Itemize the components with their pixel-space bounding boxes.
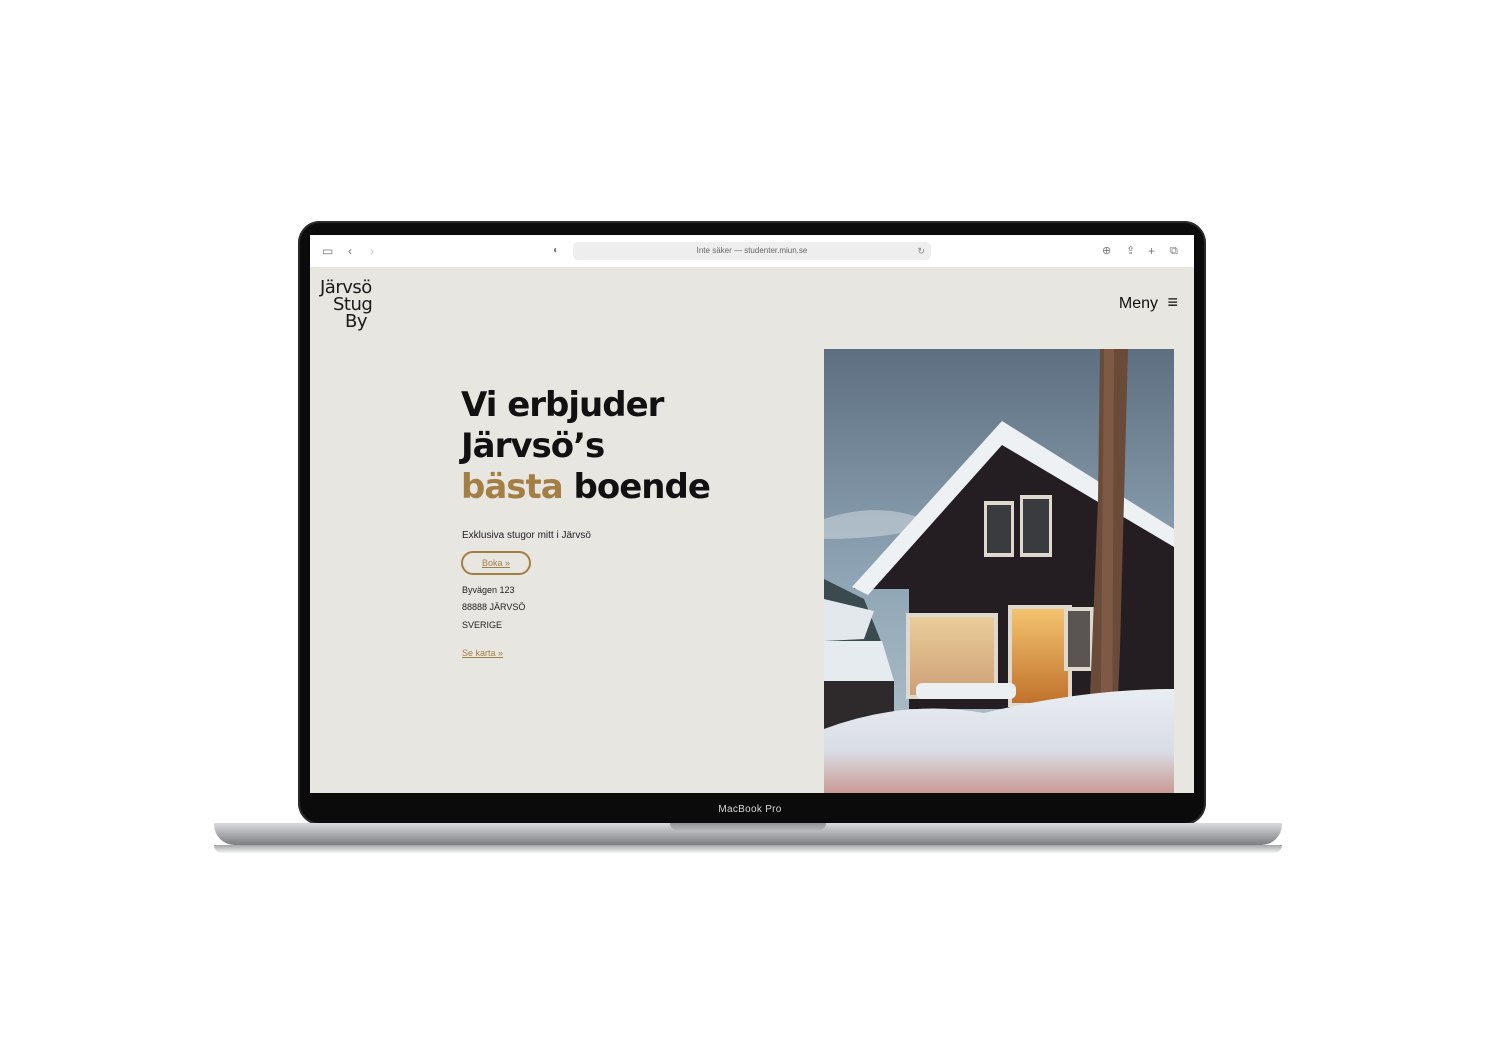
tabs-icon[interactable]: ⧉ <box>1170 243 1178 259</box>
new-tab-icon[interactable]: + <box>1148 243 1155 259</box>
hero-accent-word: bästa <box>461 467 564 507</box>
hero-heading: Vi erbjuder Järvsö’s bästa boende <box>461 385 791 508</box>
hero-heading-line-1: Vi erbjuder <box>461 385 664 425</box>
laptop-notch <box>670 823 826 831</box>
download-icon[interactable]: ⊕ <box>1102 243 1111 259</box>
address-bar[interactable]: Inte säker — studenter.miun.se ↻ <box>573 242 931 260</box>
hero-heading-rest: boende <box>562 467 711 507</box>
site-logo[interactable]: Järvsö Stug By <box>320 279 392 332</box>
hero-heading-line-3: bästa boende <box>461 467 791 508</box>
see-map-link[interactable]: Se karta » <box>462 648 503 658</box>
hero-subtitle: Exklusiva stugor mitt i Järvsö <box>462 530 591 541</box>
shield-icon: ◐ <box>553 245 560 256</box>
cabin-photo <box>824 349 1174 793</box>
device-label: MacBook Pro <box>718 804 782 815</box>
url-text: Inte säker — studenter.miun.se <box>696 246 808 255</box>
sidebar-icon[interactable]: ▭ <box>322 243 333 259</box>
laptop-base-shadow <box>214 845 1282 853</box>
browser-window: ▭ ‹ › ◐ Inte säker — studenter.miun.se ↻… <box>310 235 1194 793</box>
address-line-1: Byvägen 123 <box>462 585 515 595</box>
browser-toolbar: ▭ ‹ › ◐ Inte säker — studenter.miun.se ↻… <box>310 235 1194 268</box>
logo-line-3: By <box>345 311 368 332</box>
address-line-3: SVERIGE <box>462 620 503 630</box>
forward-icon[interactable]: › <box>370 243 374 259</box>
share-icon[interactable]: ⇪ <box>1126 243 1135 259</box>
reload-icon[interactable]: ↻ <box>917 242 925 260</box>
menu-button[interactable]: Meny <box>1119 295 1158 313</box>
hamburger-icon[interactable]: ≡ <box>1167 292 1178 313</box>
back-icon[interactable]: ‹ <box>348 243 352 259</box>
hero-heading-line-2: Järvsö’s <box>461 426 605 466</box>
address-line-2: 88888 JÄRVSÖ <box>462 602 526 612</box>
book-button[interactable]: Boka » <box>461 551 531 575</box>
